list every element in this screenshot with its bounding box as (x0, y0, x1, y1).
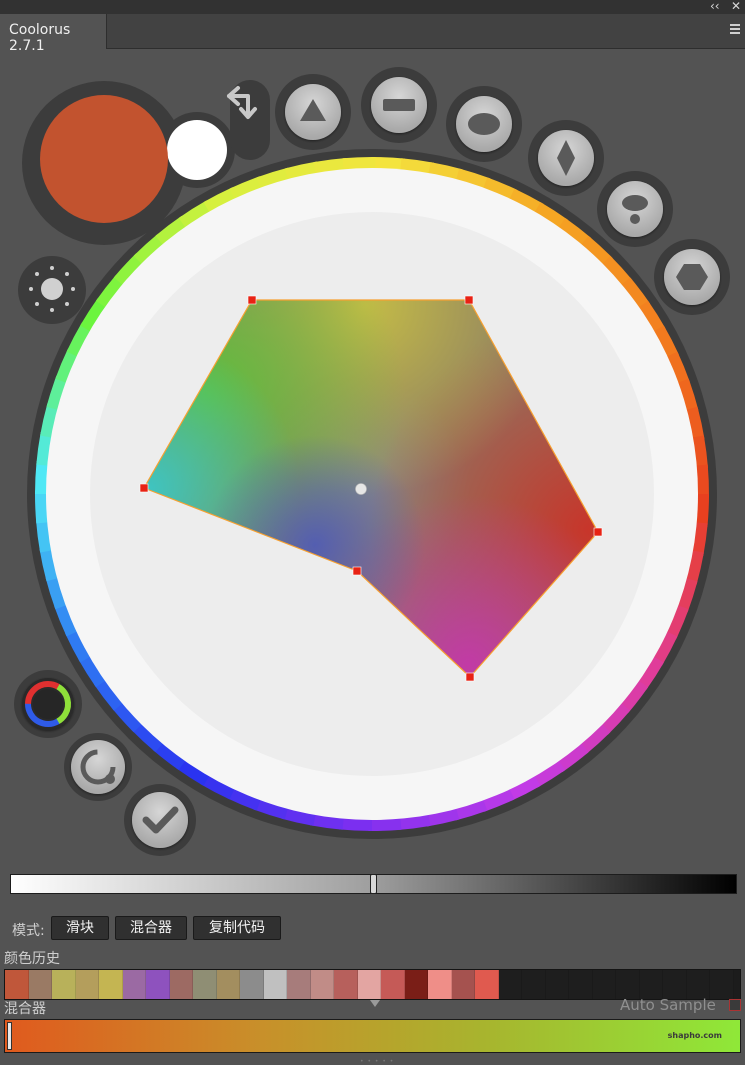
ellipse-shape-icon (468, 113, 500, 135)
history-swatch[interactable] (592, 970, 616, 999)
hue-ring-segment[interactable] (368, 817, 402, 831)
diamond-shape-button[interactable] (538, 130, 594, 186)
history-swatch[interactable] (686, 970, 710, 999)
color-history-label: 颜色历史 (4, 951, 60, 967)
mixer-gradient-bar[interactable]: shapho.com (4, 1019, 741, 1053)
auto-sample-label: Auto Sample (620, 996, 716, 1014)
history-swatch[interactable] (545, 970, 569, 999)
hue-ring-segment[interactable] (35, 461, 49, 495)
history-swatch[interactable] (334, 970, 358, 999)
mixer-dropdown-caret-icon[interactable] (370, 1000, 380, 1007)
history-swatch[interactable] (381, 970, 405, 999)
history-swatch[interactable] (122, 970, 146, 999)
hue-ring-segment[interactable] (310, 813, 344, 830)
history-swatch[interactable] (28, 970, 52, 999)
brightness-slider[interactable] (10, 874, 737, 894)
history-swatch[interactable] (451, 970, 475, 999)
hue-ring-segment[interactable] (284, 161, 319, 181)
history-swatch[interactable] (169, 970, 193, 999)
rotate-icon[interactable] (71, 740, 125, 794)
hue-ring-segment[interactable] (685, 406, 705, 441)
triangle-shape-button[interactable] (285, 84, 341, 140)
checkmark-button[interactable] (132, 792, 188, 848)
history-swatch[interactable] (357, 970, 381, 999)
color-wheel-stage (14, 67, 730, 856)
hexagon-shape-button[interactable] (664, 249, 720, 305)
ellipse-shape-button[interactable] (456, 96, 512, 152)
history-swatch[interactable] (263, 970, 287, 999)
history-swatch[interactable] (475, 970, 499, 999)
hue-ring-segment[interactable] (39, 547, 59, 582)
gamut-handle[interactable] (139, 483, 149, 493)
gamut-handle[interactable] (464, 295, 474, 305)
auto-sample-checkbox[interactable] (729, 999, 741, 1011)
history-swatch[interactable] (498, 970, 522, 999)
hue-ring-segment[interactable] (396, 814, 431, 831)
history-swatch[interactable] (569, 970, 593, 999)
hue-ring-segment[interactable] (691, 522, 708, 556)
history-swatch[interactable] (52, 970, 76, 999)
history-swatch[interactable] (663, 970, 687, 999)
gamut-handle[interactable] (593, 527, 603, 537)
hue-ring-segment[interactable] (35, 518, 52, 553)
history-swatch[interactable] (639, 970, 663, 999)
copy-code-button[interactable]: 复制代码 (193, 916, 281, 940)
hue-ring-segment[interactable] (35, 490, 49, 524)
hue-ring-segment[interactable] (425, 807, 460, 827)
foreground-color-swatch[interactable] (40, 95, 168, 223)
history-swatch[interactable] (710, 970, 734, 999)
mixer-mode-button[interactable]: 混合器 (115, 916, 187, 940)
hue-ring-segment[interactable] (342, 157, 376, 171)
drop-shape-button[interactable] (607, 181, 663, 237)
gamut-handle[interactable] (247, 295, 257, 305)
slider-mode-button[interactable]: 滑块 (51, 916, 109, 940)
history-swatch[interactable] (310, 970, 334, 999)
rectangle-shape-icon (383, 99, 415, 111)
history-swatch[interactable] (216, 970, 240, 999)
gamut-handle[interactable] (465, 672, 475, 682)
history-swatch[interactable] (146, 970, 170, 999)
background-color-swatch[interactable] (167, 120, 227, 180)
history-swatch[interactable] (240, 970, 264, 999)
rectangle-shape-button[interactable] (371, 77, 427, 133)
hue-ring-segment[interactable] (339, 817, 373, 831)
gamut-handle[interactable] (352, 566, 362, 576)
brightness-slider-thumb[interactable] (370, 874, 377, 894)
hue-ring-segment[interactable] (313, 157, 348, 174)
watermark: shapho.com (667, 1031, 722, 1040)
mixer-label: 混合器 (4, 1001, 46, 1017)
hue-ring-segment[interactable] (36, 432, 53, 466)
history-swatch[interactable] (616, 970, 640, 999)
history-swatch[interactable] (5, 970, 29, 999)
hue-ring-segment[interactable] (371, 157, 405, 171)
history-swatch[interactable] (522, 970, 546, 999)
history-swatch[interactable] (75, 970, 99, 999)
hue-ring-segment[interactable] (695, 493, 709, 527)
wheel-center-point[interactable] (355, 483, 367, 495)
history-swatch[interactable] (404, 970, 428, 999)
mode-label: 模式: (12, 923, 45, 939)
history-swatch[interactable] (99, 970, 123, 999)
history-swatch[interactable] (193, 970, 217, 999)
hue-ring-segment[interactable] (695, 464, 709, 498)
history-swatch[interactable] (287, 970, 311, 999)
hue-ring-segment[interactable] (692, 435, 709, 470)
mixer-thumb[interactable] (7, 1022, 12, 1050)
hue-ring-segment[interactable] (400, 158, 434, 175)
history-swatch[interactable] (428, 970, 452, 999)
